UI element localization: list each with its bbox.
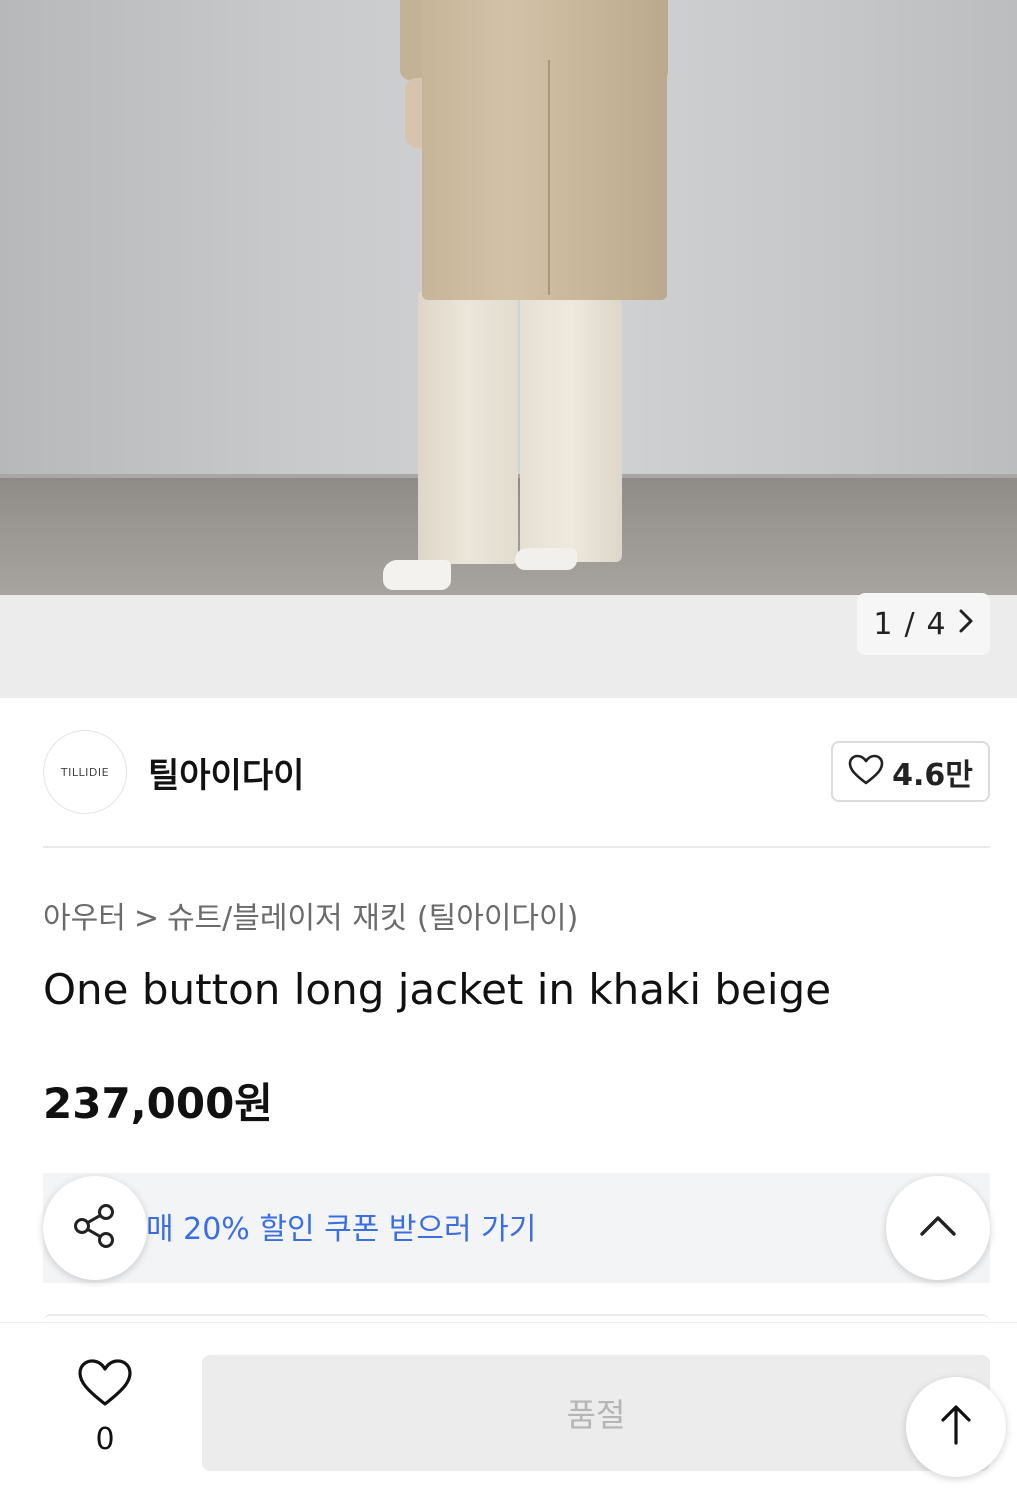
pager-total: 4 (926, 606, 946, 642)
photo-pants-leg (418, 292, 518, 564)
share-icon (70, 1201, 120, 1255)
photo-shoe (515, 548, 577, 570)
share-button[interactable] (43, 1176, 147, 1280)
breadcrumb-item[interactable]: 슈트/블레이저 재킷 (틸아이다이) (167, 901, 578, 936)
pager-separator: / (904, 606, 915, 642)
section-divider (43, 846, 990, 848)
like-count: 0 (95, 1422, 115, 1457)
coupon-text[interactable]: 매 20% 할인 쿠폰 받으러 가기 (146, 1204, 536, 1248)
seller-favorite-button[interactable]: 4.6만 (831, 741, 990, 802)
product-title: One button long jacket in khaki beige (43, 965, 832, 1014)
photo-shoe (383, 560, 451, 590)
seller-logo[interactable]: TILLIDIE (43, 730, 127, 814)
breadcrumb-separator: > (133, 901, 159, 936)
seller-name[interactable]: 틸아이다이 (148, 748, 304, 797)
chevron-up-icon (918, 1214, 958, 1242)
seller-logo-text: TILLIDIE (60, 765, 110, 779)
arrow-up-icon (938, 1403, 974, 1451)
product-image[interactable] (0, 0, 1017, 595)
photo-pants-leg (520, 292, 622, 562)
chevron-right-icon[interactable] (958, 607, 974, 642)
pager-current: 1 (873, 606, 893, 642)
breadcrumb: 아우터 > 슈트/블레이저 재킷 (틸아이다이) (43, 893, 578, 937)
photo-coat-seam (548, 60, 550, 295)
heart-outline-icon (848, 754, 884, 790)
breadcrumb-item[interactable]: 아우터 (43, 901, 126, 936)
product-price: 237,000원 (43, 1079, 273, 1128)
photo-coat (422, 0, 667, 300)
gallery-pager[interactable]: 1 / 4 (857, 593, 990, 655)
purchase-button[interactable]: 품절 (202, 1355, 990, 1471)
scroll-top-button[interactable] (906, 1377, 1006, 1477)
favorite-count: 4.6만 (892, 757, 973, 793)
heart-outline-icon (77, 1358, 133, 1412)
collapse-button[interactable] (886, 1176, 990, 1280)
like-button[interactable] (76, 1358, 134, 1412)
